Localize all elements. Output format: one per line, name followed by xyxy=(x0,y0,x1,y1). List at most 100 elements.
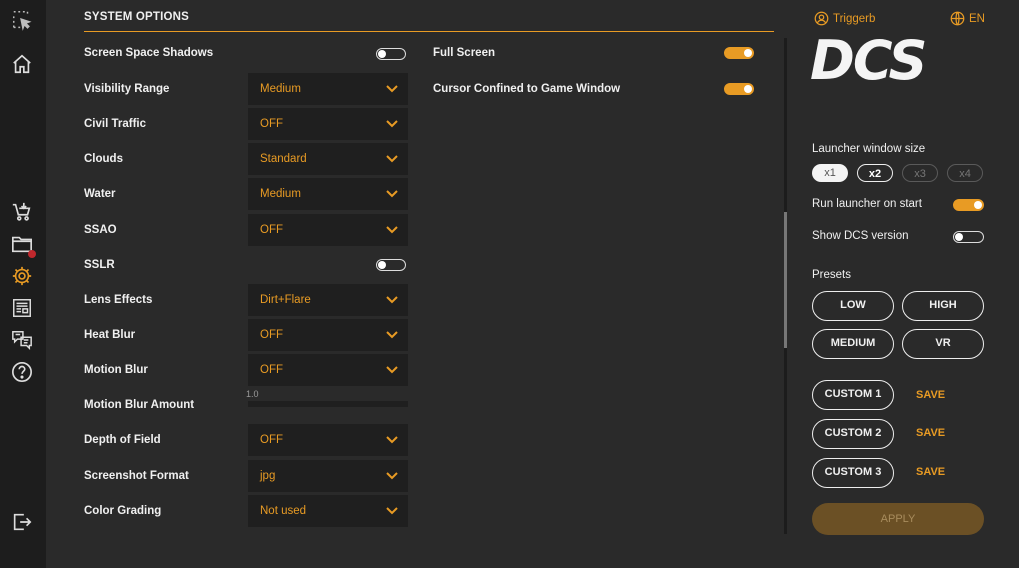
scrollbar[interactable] xyxy=(784,38,787,534)
launcher-panel: Triggerb EN DCS Launcher window size x1 … xyxy=(792,0,1019,568)
language-selector[interactable]: EN xyxy=(950,11,985,26)
clouds-select[interactable]: Standard xyxy=(248,143,408,175)
cart-download-icon[interactable] xyxy=(10,200,34,224)
preset-low-button[interactable]: LOW xyxy=(812,291,894,321)
news-icon[interactable] xyxy=(10,296,34,320)
select-value: OFF xyxy=(260,118,283,130)
size-x3-button[interactable]: x3 xyxy=(902,164,938,182)
depth-of-field-select[interactable]: OFF xyxy=(248,424,408,456)
settings-icon[interactable] xyxy=(10,264,34,288)
home-icon[interactable] xyxy=(10,52,34,76)
option-motion-blur: Motion Blur OFF xyxy=(84,354,408,386)
custom-2-button[interactable]: CUSTOM 2 xyxy=(812,419,894,449)
option-ssao: SSAO OFF xyxy=(84,214,408,246)
chevron-down-icon xyxy=(386,472,398,480)
option-label: Water xyxy=(84,188,116,200)
chevron-down-icon xyxy=(386,155,398,163)
chat-icon[interactable] xyxy=(10,328,34,352)
option-depth-of-field: Depth of Field OFF xyxy=(84,424,408,456)
option-label: Depth of Field xyxy=(84,434,161,446)
logout-icon[interactable] xyxy=(10,510,34,534)
chevron-down-icon xyxy=(386,331,398,339)
custom-3-button[interactable]: CUSTOM 3 xyxy=(812,458,894,488)
run-on-start-toggle[interactable] xyxy=(953,199,984,211)
water-select[interactable]: Medium xyxy=(248,178,408,210)
apply-button[interactable]: APPLY xyxy=(812,503,984,535)
option-civil-traffic: Civil Traffic OFF xyxy=(84,108,408,140)
system-options-panel: SYSTEM OPTIONS Screen Space Shadows Visi… xyxy=(46,0,792,568)
option-label: Clouds xyxy=(84,153,123,165)
color-grading-select[interactable]: Not used xyxy=(248,495,408,527)
select-value: OFF xyxy=(260,224,283,236)
option-lens-effects: Lens Effects Dirt+Flare xyxy=(84,284,408,316)
custom-1-button[interactable]: CUSTOM 1 xyxy=(812,380,894,410)
option-label: Full Screen xyxy=(433,47,495,59)
option-heat-blur: Heat Blur OFF xyxy=(84,319,408,351)
select-value: Dirt+Flare xyxy=(260,294,311,306)
option-cursor-confined: Cursor Confined to Game Window xyxy=(433,73,757,105)
option-color-grading: Color Grading Not used xyxy=(84,495,408,527)
user-account[interactable]: Triggerb xyxy=(814,11,875,26)
size-x4-button[interactable]: x4 xyxy=(947,164,983,182)
size-x1-button[interactable]: x1 xyxy=(812,164,848,182)
custom-1-save-button[interactable]: SAVE xyxy=(916,389,945,401)
run-on-start-label: Run launcher on start xyxy=(812,198,922,210)
motion-blur-select[interactable]: OFF xyxy=(248,354,408,386)
custom-2-save-button[interactable]: SAVE xyxy=(916,427,945,439)
option-label: Screen Space Shadows xyxy=(84,47,214,59)
chevron-down-icon xyxy=(386,436,398,444)
option-label: Cursor Confined to Game Window xyxy=(433,83,621,95)
chevron-down-icon xyxy=(386,226,398,234)
option-label: SSLR xyxy=(84,259,115,271)
preset-vr-button[interactable]: VR xyxy=(902,329,984,359)
heat-blur-select[interactable]: OFF xyxy=(248,319,408,351)
language-code: EN xyxy=(969,12,985,25)
notification-dot xyxy=(28,250,36,258)
option-label: Heat Blur xyxy=(84,329,136,341)
scrollbar-thumb[interactable] xyxy=(784,212,787,348)
select-value: OFF xyxy=(260,364,283,376)
screenshot-format-select[interactable]: jpg xyxy=(248,460,408,492)
dcs-logo: DCS xyxy=(810,29,927,92)
sslr-toggle[interactable] xyxy=(376,259,406,271)
option-full-screen: Full Screen xyxy=(433,37,757,69)
select-value: jpg xyxy=(260,470,276,482)
custom-3-save-button[interactable]: SAVE xyxy=(916,466,945,478)
civil-traffic-select[interactable]: OFF xyxy=(248,108,408,140)
preset-medium-button[interactable]: MEDIUM xyxy=(812,329,894,359)
option-label: Screenshot Format xyxy=(84,470,189,482)
screen-space-shadows-toggle[interactable] xyxy=(376,48,406,60)
motion-blur-amount-slider[interactable] xyxy=(248,401,408,407)
preset-high-button[interactable]: HIGH xyxy=(902,291,984,321)
option-label: Motion Blur Amount xyxy=(84,399,195,411)
chevron-down-icon xyxy=(386,190,398,198)
ssao-select[interactable]: OFF xyxy=(248,214,408,246)
section-divider xyxy=(84,31,774,32)
full-screen-toggle[interactable] xyxy=(724,47,754,59)
size-x2-button[interactable]: x2 xyxy=(857,164,893,182)
chevron-down-icon xyxy=(386,296,398,304)
selection-icon[interactable] xyxy=(10,8,34,32)
show-version-toggle[interactable] xyxy=(953,231,984,243)
option-screen-space-shadows: Screen Space Shadows xyxy=(84,37,408,69)
username: Triggerb xyxy=(833,12,876,25)
folder-icon[interactable] xyxy=(10,232,36,258)
option-label: Civil Traffic xyxy=(84,118,146,130)
globe-icon xyxy=(950,11,965,26)
option-label: Visibility Range xyxy=(84,83,170,95)
select-value: OFF xyxy=(260,329,283,341)
option-clouds: Clouds Standard xyxy=(84,143,408,175)
visibility-range-select[interactable]: Medium xyxy=(248,73,408,105)
option-visibility-range: Visibility Range Medium xyxy=(84,73,408,105)
option-label: SSAO xyxy=(84,224,117,236)
option-water: Water Medium xyxy=(84,178,408,210)
lens-effects-select[interactable]: Dirt+Flare xyxy=(248,284,408,316)
help-icon[interactable] xyxy=(10,360,34,384)
chevron-down-icon xyxy=(386,120,398,128)
select-value: Not used xyxy=(260,505,307,517)
sidebar xyxy=(0,0,46,568)
option-label: Lens Effects xyxy=(84,294,153,306)
option-screenshot-format: Screenshot Format jpg xyxy=(84,460,408,492)
cursor-confined-toggle[interactable] xyxy=(724,83,754,95)
user-icon xyxy=(814,11,829,26)
